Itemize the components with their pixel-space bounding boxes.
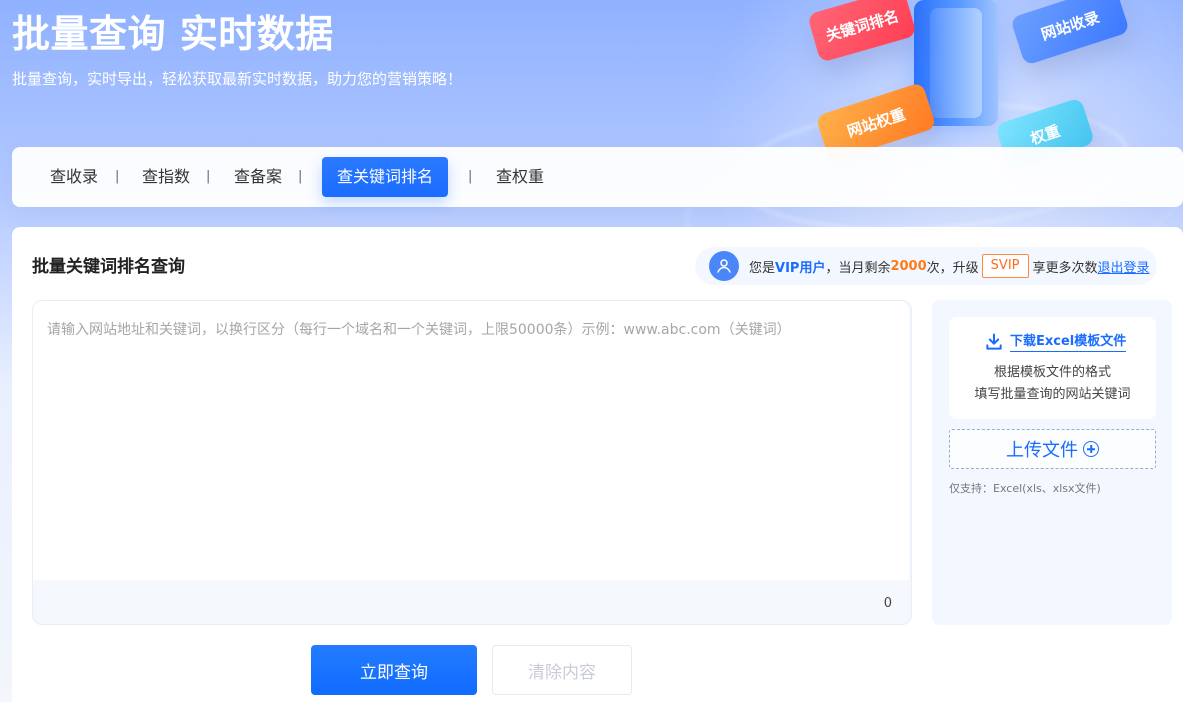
template-download-row[interactable]: 下载Excel模板文件 [984,332,1127,352]
hero-title: 批量查询 实时数据 [12,12,334,56]
vip-more-text: 享更多次数 [1032,260,1098,276]
file-import-panel: 下载Excel模板文件 根据模板文件的格式 填写批量查询的网站关键词 上传文件 … [932,300,1172,625]
tab-indexing[interactable]: 查收录 [46,157,102,197]
download-icon [986,333,1002,350]
upload-file-button[interactable]: 上传文件 [949,429,1156,469]
user-avatar-icon [717,259,731,273]
tab-separator: | [206,169,211,184]
vip-prefix: 您是 [749,260,776,276]
vip-middle-text: ，当月剩余 [825,260,891,276]
vip-user-type: VIP用户 [775,260,826,276]
hero-subtitle: 批量查询，实时导出，轻松获取最新实时数据，助力您的营销策略！ [12,70,463,88]
query-input-wrapper: 0 [32,300,912,625]
tab-index[interactable]: 查指数 [138,157,194,197]
tab-separator: | [298,169,303,184]
template-description-line: 根据模板文件的格式 [993,365,1111,380]
template-description-line: 填写批量查询的网站关键词 [974,387,1131,402]
remaining-query-count: 2000 [890,258,927,274]
page: 关键词排名 网站收录 网站权重 权重 批量查询 实时数据 批量查询，实时导出，轻… [0,0,1183,702]
vip-suffix: 次，升级 [926,260,979,276]
tab-record[interactable]: 查备案 [230,157,286,197]
tab-separator: | [468,169,473,184]
logout-link[interactable]: 退出登录 [1098,257,1150,276]
hero-card-label: 关键词排名 [823,6,901,45]
tab-weight[interactable]: 查权重 [492,157,548,197]
submit-query-button[interactable]: 立即查询 [311,645,477,695]
query-input[interactable] [33,301,909,580]
section-title: 批量关键词排名查询 [32,257,185,277]
clear-content-button[interactable]: 清除内容 [492,645,632,695]
template-download-card: 下载Excel模板文件 根据模板文件的格式 填写批量查询的网站关键词 [949,317,1156,419]
character-count: 0 [883,596,892,611]
plus-circle-icon [1083,441,1099,457]
query-tabs-bar: 查收录 | 查指数 | 查备案 | 查关键词排名 | 查权重 [12,147,1183,207]
vip-status-bar: 您是 VIP用户 ，当月剩余 2000 次，升级 SVIP 享更多次数 退出登录 [695,247,1157,285]
main-panel: 批量关键词排名查询 您是 VIP用户 ，当月剩余 2000 次，升级 SVIP … [12,227,1183,702]
upgrade-svip-button[interactable]: SVIP [981,254,1029,278]
hero-card-label: 权重 [1028,121,1063,148]
user-avatar-icon [709,251,739,281]
query-input-area [33,301,909,580]
tab-keyword-ranking[interactable]: 查关键词排名 [322,157,448,197]
tab-separator: | [115,169,120,184]
template-description: 根据模板文件的格式 填写批量查询的网站关键词 [949,362,1156,406]
hero-card-label: 网站权重 [844,104,908,141]
hero-card-label: 网站收录 [1038,7,1102,44]
upload-support-note: 仅支持：Excel(xls、xlsx文件) [949,482,1101,495]
download-template-link[interactable]: 下载Excel模板文件 [1010,333,1127,352]
upload-file-label: 上传文件 [1006,440,1078,461]
